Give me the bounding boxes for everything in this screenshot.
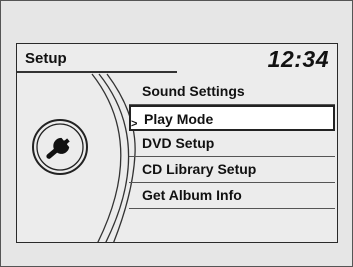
wrench-icon bbox=[32, 119, 88, 175]
header-bar: Setup 12:34 bbox=[17, 44, 337, 74]
display-frame: Setup 12:34 Sound Settings > Play Mode D… bbox=[0, 0, 353, 267]
menu-item-sound-settings[interactable]: Sound Settings bbox=[129, 79, 335, 105]
menu-divider bbox=[129, 208, 335, 209]
menu-item-get-album-info[interactable]: Get Album Info bbox=[129, 183, 335, 209]
menu-item-label: DVD Setup bbox=[142, 135, 215, 151]
clock-display: 12:34 bbox=[267, 46, 329, 72]
menu-item-label: Sound Settings bbox=[142, 83, 245, 99]
header-divider bbox=[17, 71, 177, 73]
menu-item-label: Play Mode bbox=[144, 111, 214, 127]
menu-item-label: CD Library Setup bbox=[142, 161, 257, 177]
menu-item-dvd-setup[interactable]: DVD Setup bbox=[129, 131, 335, 157]
menu-item-cd-library-setup[interactable]: CD Library Setup bbox=[129, 157, 335, 183]
menu-item-label: Get Album Info bbox=[142, 187, 242, 203]
screen-title: Setup bbox=[25, 50, 67, 67]
setup-screen: Setup 12:34 Sound Settings > Play Mode D… bbox=[16, 43, 338, 243]
menu-item-play-mode[interactable]: > Play Mode bbox=[129, 105, 335, 131]
